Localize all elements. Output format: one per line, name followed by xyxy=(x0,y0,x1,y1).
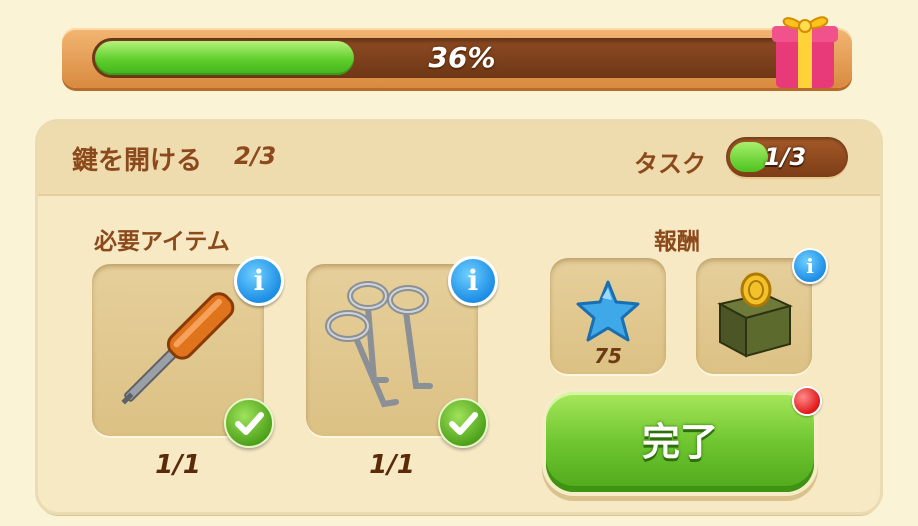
progress-percent: 36% xyxy=(428,41,496,74)
quest-count: 2/3 xyxy=(234,142,277,170)
screwdriver-check-icon xyxy=(224,398,274,448)
notification-dot-icon xyxy=(792,386,822,416)
rewards-label: 報酬 xyxy=(654,229,700,255)
complete-button[interactable]: 完了 xyxy=(546,392,814,492)
gift-box-icon[interactable] xyxy=(764,0,844,92)
complete-button-label: 完了 xyxy=(641,420,718,464)
quest-title: 鍵を開ける xyxy=(72,146,203,176)
task-count: 1/3 xyxy=(764,143,807,171)
progress-track: 36% xyxy=(92,38,832,78)
overall-progress-bar: 36% xyxy=(62,28,852,88)
coin-box-info-icon[interactable]: i xyxy=(792,248,828,284)
screwdriver-count: 1/1 xyxy=(155,450,201,480)
quest-header: 鍵を開ける 2/3 タスク 1/3 xyxy=(38,122,880,196)
gem-reward-value: 75 xyxy=(594,344,622,368)
keys-count: 1/1 xyxy=(369,450,415,480)
keys-check-icon xyxy=(438,398,488,448)
task-progress-pill: 1/3 xyxy=(726,137,848,177)
keys-info-icon[interactable]: i xyxy=(448,256,498,306)
task-progress-fill xyxy=(730,142,768,172)
task-label: タスク xyxy=(634,150,706,178)
screwdriver-info-icon[interactable]: i xyxy=(234,256,284,306)
required-items-label: 必要アイテム xyxy=(94,229,230,255)
